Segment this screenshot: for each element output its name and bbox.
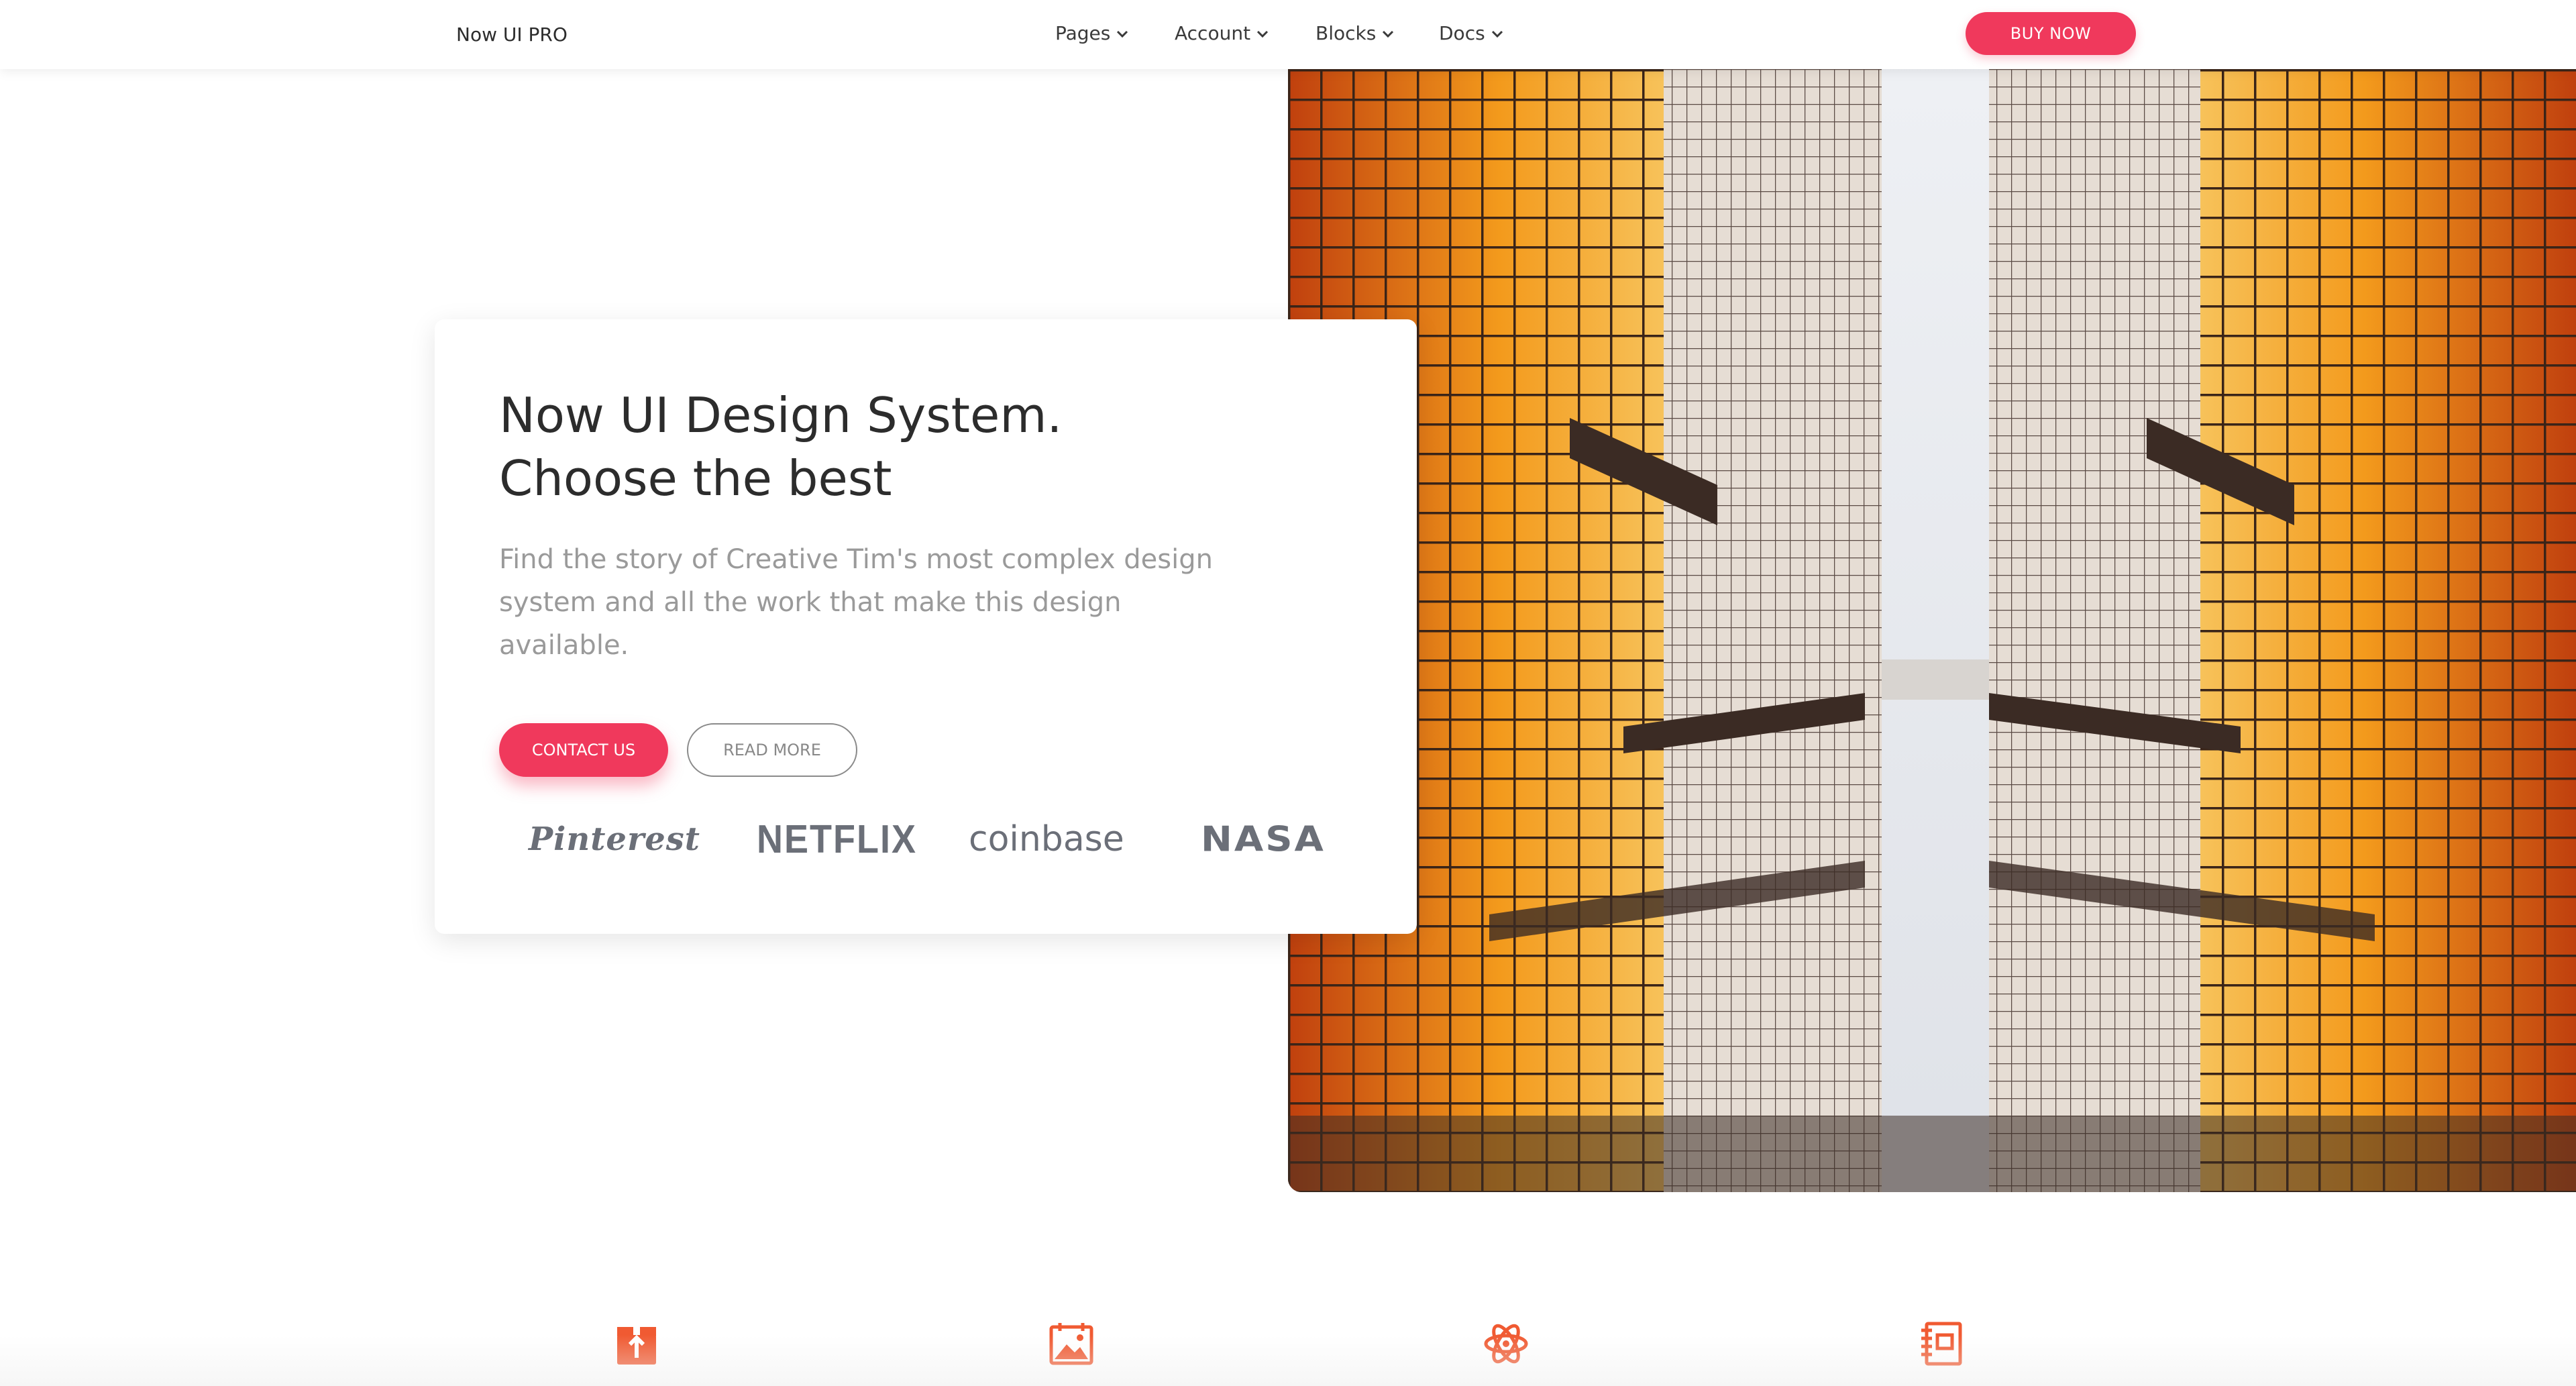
brand-link[interactable]: Now UI PRO — [456, 21, 568, 48]
buy-now-button[interactable]: BUY NOW — [1966, 12, 2136, 55]
nav-item-label: Blocks — [1316, 22, 1377, 44]
nav-item-docs[interactable]: Docs — [1439, 20, 1505, 47]
nav-item-pages[interactable]: Pages — [1055, 20, 1130, 47]
hero-description: Find the story of Creative Tim's most co… — [499, 544, 1213, 661]
atom-icon — [1484, 1324, 1528, 1364]
nav-item-account[interactable]: Account — [1175, 20, 1271, 47]
chevron-down-icon — [1383, 30, 1394, 38]
hero-image — [1288, 69, 2576, 1192]
netflix-logo: NETFLIX — [757, 817, 917, 861]
hero-title-line1: Now UI Design System. — [499, 387, 1063, 443]
image-icon — [1049, 1323, 1093, 1365]
hero-card: Now UI Design System. Choose the best Fi… — [435, 319, 1417, 934]
chevron-down-icon — [1117, 30, 1128, 38]
nav-item-label: Pages — [1055, 22, 1111, 44]
section-divider — [0, 1335, 2576, 1386]
navbar: Now UI PRO Pages Account Blocks Docs BUY… — [0, 0, 2576, 69]
contact-us-button[interactable]: CONTACT US — [499, 723, 668, 777]
hero-title-line2: Choose the best — [499, 450, 892, 507]
coinbase-logo: coinbase — [969, 819, 1124, 859]
notebook-icon — [1921, 1322, 1962, 1366]
nav-item-label: Account — [1175, 22, 1251, 44]
page: Now UI PRO Pages Account Blocks Docs BUY… — [0, 0, 2576, 1386]
hero-title: Now UI Design System. Choose the best — [499, 384, 1304, 510]
chevron-down-icon — [1257, 30, 1269, 38]
chevron-down-icon — [1491, 30, 1503, 38]
nav-item-blocks[interactable]: Blocks — [1316, 20, 1396, 47]
pinterest-logo: Pinterest — [529, 820, 700, 858]
nav-item-label: Docs — [1439, 22, 1485, 44]
read-more-button[interactable]: READ MORE — [687, 723, 857, 777]
nasa-logo: NASA — [1201, 819, 1326, 859]
box-upload-icon — [617, 1327, 656, 1365]
